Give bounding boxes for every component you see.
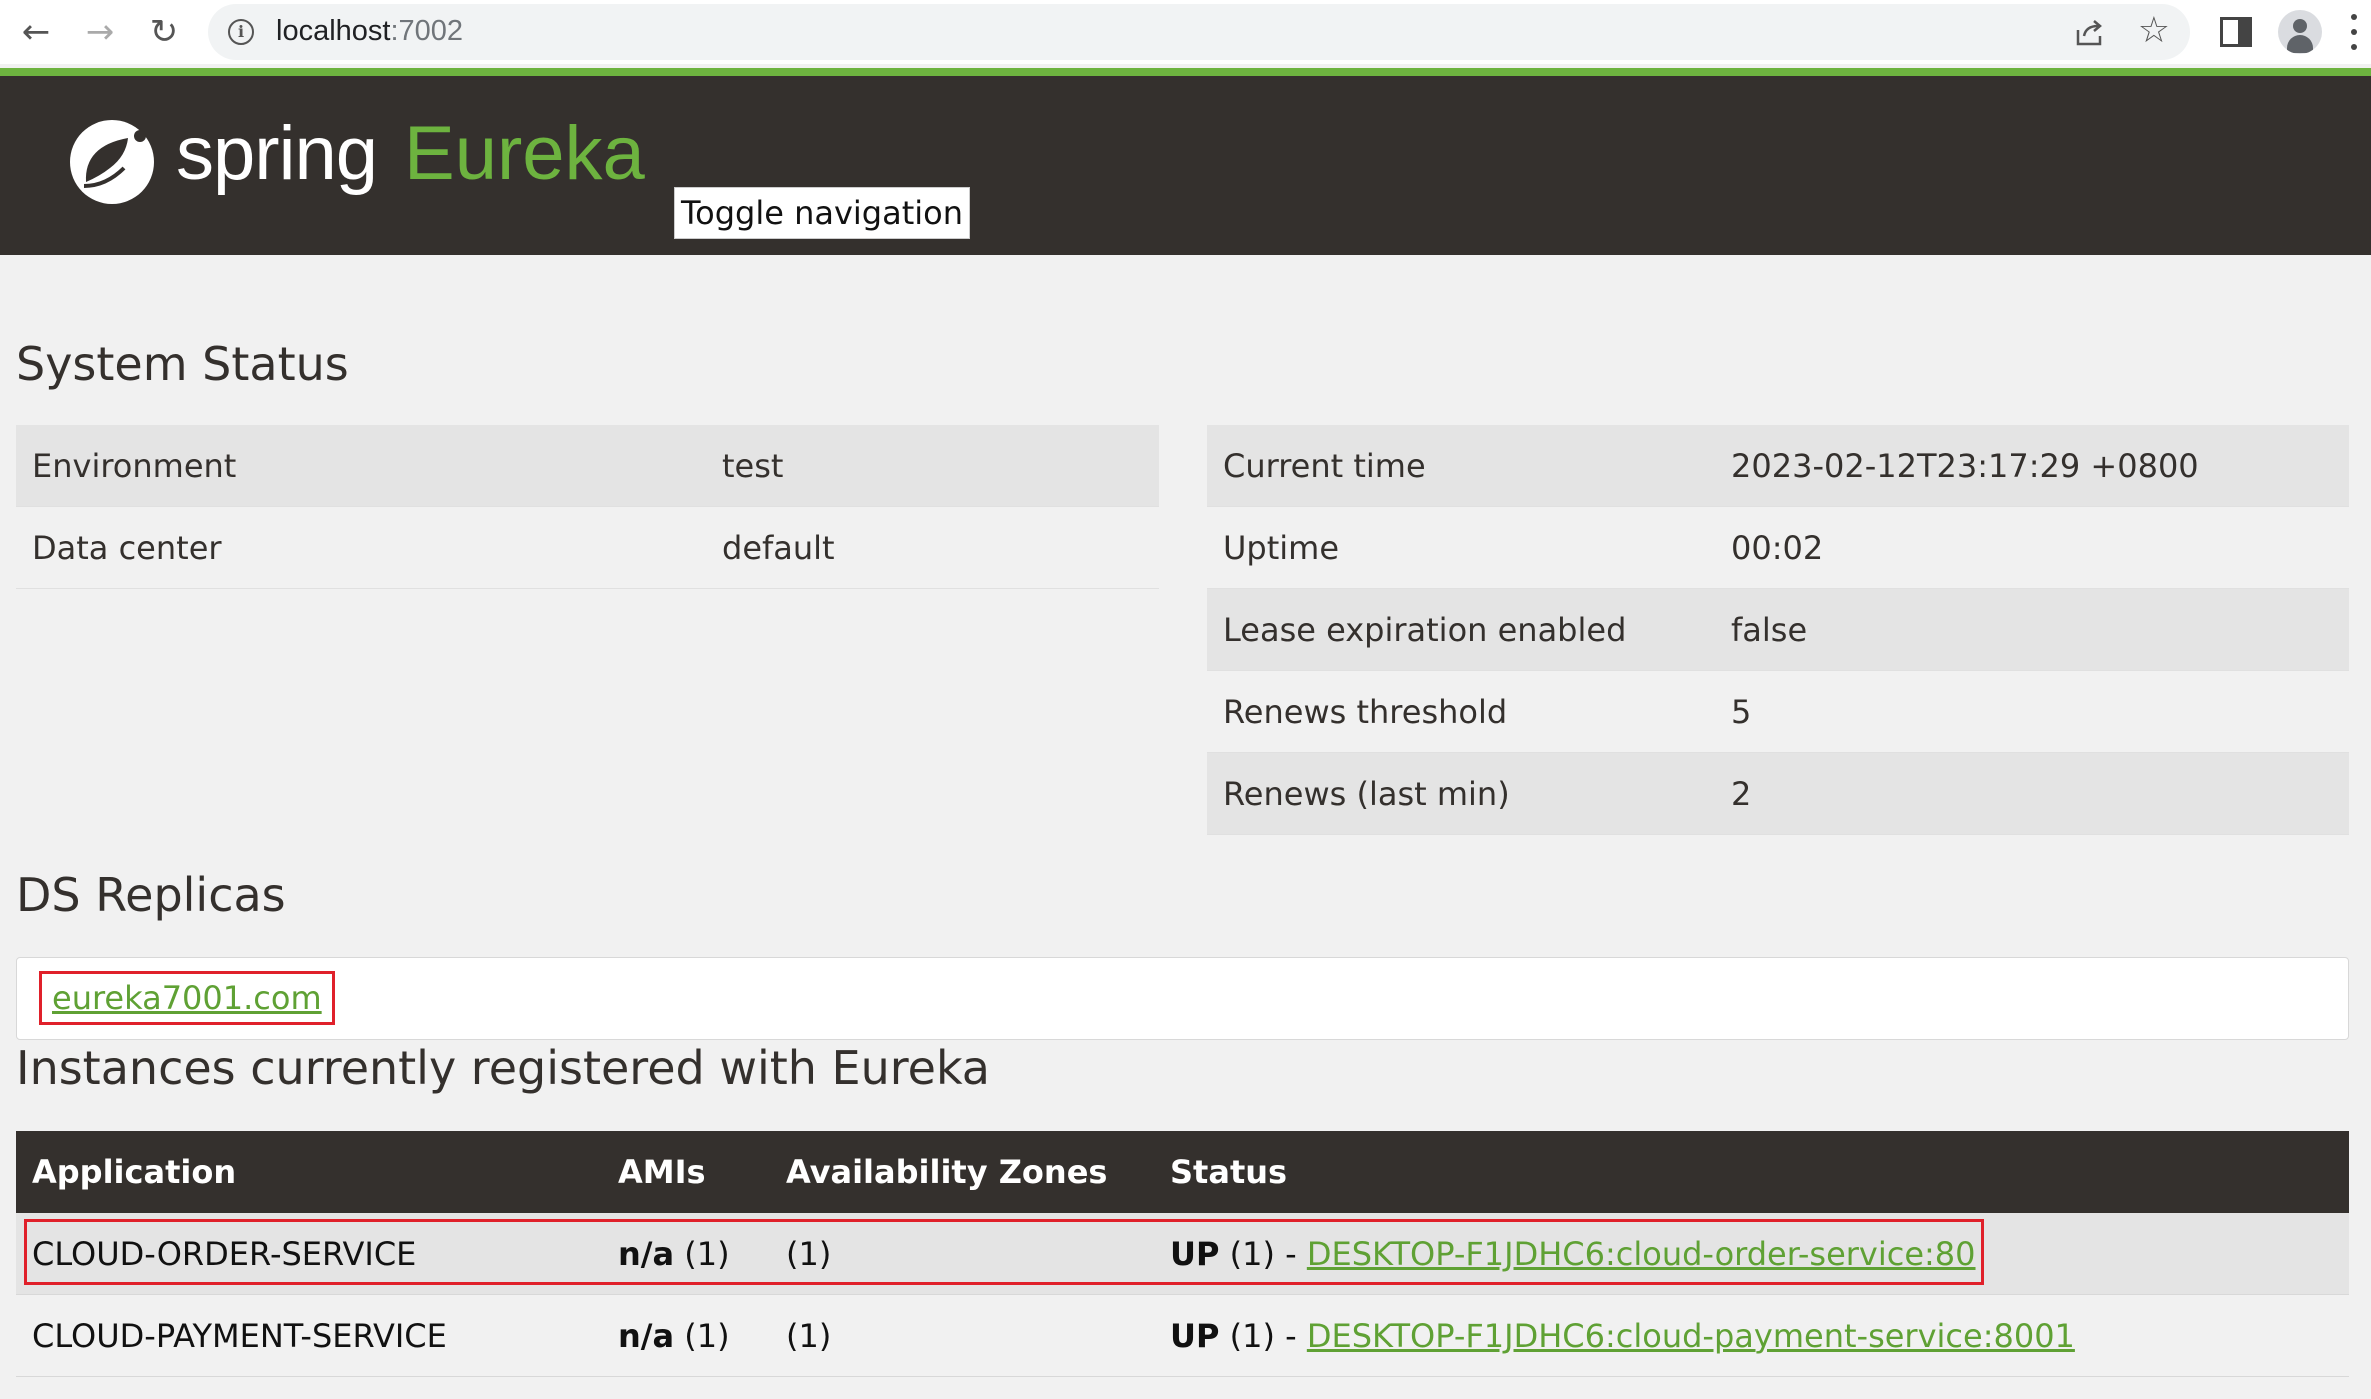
amis-count: (1) bbox=[684, 1316, 730, 1355]
spring-logo-icon[interactable] bbox=[66, 116, 158, 208]
amis-label: n/a bbox=[618, 1234, 675, 1273]
amis-cell: n/a (1) bbox=[618, 1317, 786, 1355]
status-label: Renews (last min) bbox=[1223, 774, 1510, 813]
amis-label: n/a bbox=[618, 1316, 675, 1355]
brand-spring[interactable]: spring bbox=[176, 110, 378, 197]
zones-cell: (1) bbox=[786, 1316, 832, 1355]
address-bar[interactable]: i localhost:7002 ☆ bbox=[208, 4, 2190, 60]
instances-table: Application AMIs Availability Zones Stat… bbox=[16, 1131, 2349, 1377]
brand-eureka[interactable]: Eureka bbox=[404, 110, 645, 197]
status-label: Data center bbox=[32, 528, 222, 567]
side-panel-icon[interactable] bbox=[2220, 17, 2252, 47]
status-label: Lease expiration enabled bbox=[1223, 610, 1627, 649]
instance-link[interactable]: DESKTOP-F1JDHC6:cloud-order-service:80 bbox=[1307, 1235, 1976, 1273]
accent-line bbox=[0, 68, 2371, 76]
column-header-zones: Availability Zones bbox=[786, 1153, 1108, 1191]
bookmark-star-icon[interactable]: ☆ bbox=[2138, 10, 2170, 51]
status-label: Environment bbox=[32, 446, 237, 485]
status-value: false bbox=[1731, 610, 1808, 649]
column-header-application: Application bbox=[32, 1153, 237, 1191]
share-icon[interactable] bbox=[2074, 16, 2106, 48]
table-row: Current time 2023-02-12T23:17:29 +0800 bbox=[1207, 425, 2349, 507]
table-header-row: Application AMIs Availability Zones Stat… bbox=[16, 1131, 2349, 1213]
ds-replicas-heading: DS Replicas bbox=[16, 868, 286, 922]
browser-toolbar: ← → ↻ i localhost:7002 ☆ bbox=[0, 0, 2371, 64]
status-value: 00:02 bbox=[1731, 528, 1824, 567]
eureka-navbar: spring Eureka Toggle navigation bbox=[0, 76, 2371, 255]
url-text[interactable]: localhost:7002 bbox=[276, 15, 463, 48]
status-label: Current time bbox=[1223, 446, 1426, 485]
status-up: UP bbox=[1170, 1316, 1220, 1355]
status-value: default bbox=[722, 528, 835, 567]
forward-arrow-icon[interactable]: → bbox=[78, 10, 122, 54]
system-status-left-table: Environment test Data center default bbox=[16, 425, 1159, 589]
system-status-right-table: Current time 2023-02-12T23:17:29 +0800 U… bbox=[1207, 425, 2349, 835]
site-info-icon[interactable]: i bbox=[228, 19, 254, 45]
status-label: Renews threshold bbox=[1223, 692, 1508, 731]
application-name: CLOUD-PAYMENT-SERVICE bbox=[32, 1316, 447, 1355]
table-row: Renews (last min) 2 bbox=[1207, 753, 2349, 835]
reload-icon[interactable]: ↻ bbox=[142, 10, 186, 54]
status-count: (1) - bbox=[1229, 1316, 1297, 1355]
amis-cell: n/a (1) bbox=[618, 1235, 786, 1273]
instance-link[interactable]: DESKTOP-F1JDHC6:cloud-payment-service:80… bbox=[1307, 1317, 2075, 1355]
table-row: CLOUD-PAYMENT-SERVICE n/a (1) (1) UP (1)… bbox=[16, 1295, 2349, 1377]
status-value: test bbox=[722, 446, 784, 485]
status-cell: UP (1) - DESKTOP-F1JDHC6:cloud-payment-s… bbox=[1170, 1317, 2349, 1355]
table-row: Environment test bbox=[16, 425, 1159, 507]
toggle-navigation-button[interactable]: Toggle navigation bbox=[674, 187, 970, 239]
system-status-heading: System Status bbox=[16, 337, 349, 391]
status-value: 5 bbox=[1731, 692, 1752, 731]
status-label: Uptime bbox=[1223, 528, 1340, 567]
profile-avatar-icon[interactable] bbox=[2278, 10, 2322, 54]
replica-link[interactable]: eureka7001.com bbox=[39, 971, 335, 1025]
status-value: 2 bbox=[1731, 774, 1752, 813]
back-arrow-icon[interactable]: ← bbox=[14, 10, 58, 54]
ds-replicas-list: eureka7001.com bbox=[16, 957, 2349, 1040]
application-name: CLOUD-ORDER-SERVICE bbox=[32, 1234, 417, 1273]
status-count: (1) - bbox=[1229, 1234, 1297, 1273]
status-up: UP bbox=[1170, 1234, 1220, 1273]
amis-count: (1) bbox=[684, 1234, 730, 1273]
column-header-amis: AMIs bbox=[618, 1153, 706, 1191]
instances-heading: Instances currently registered with Eure… bbox=[16, 1041, 990, 1095]
status-cell: UP (1) - DESKTOP-F1JDHC6:cloud-order-ser… bbox=[1170, 1235, 2349, 1273]
zones-cell: (1) bbox=[786, 1234, 832, 1273]
table-row: Lease expiration enabled false bbox=[1207, 589, 2349, 671]
table-row: Data center default bbox=[16, 507, 1159, 589]
table-row: Renews threshold 5 bbox=[1207, 671, 2349, 753]
column-header-status: Status bbox=[1170, 1153, 1288, 1191]
status-value: 2023-02-12T23:17:29 +0800 bbox=[1731, 446, 2199, 485]
table-row: Uptime 00:02 bbox=[1207, 507, 2349, 589]
browser-menu-icon[interactable] bbox=[2350, 14, 2358, 50]
table-row: CLOUD-ORDER-SERVICE n/a (1) (1) UP (1) -… bbox=[16, 1213, 2349, 1295]
